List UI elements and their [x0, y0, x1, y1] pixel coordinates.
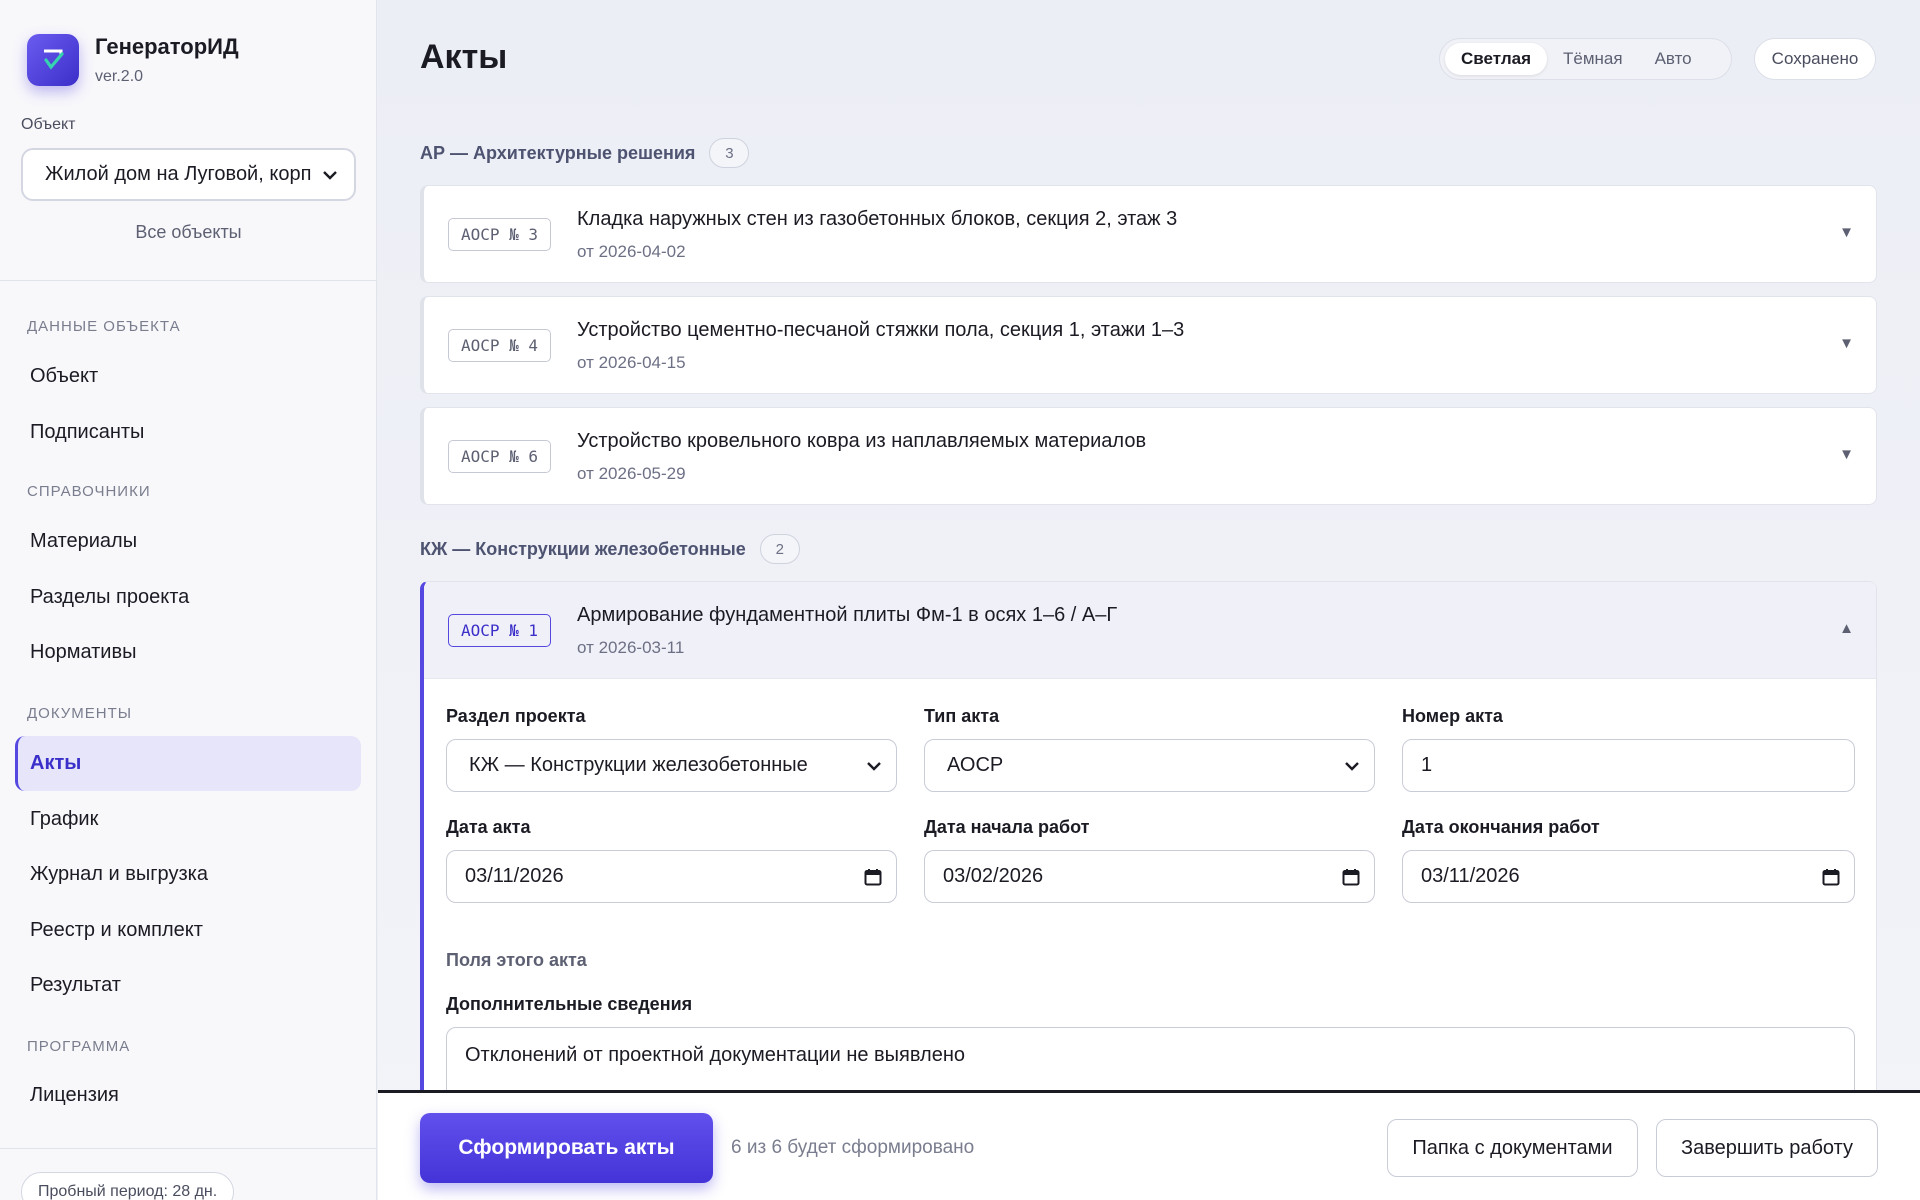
start-date-label: Дата начала работ	[924, 817, 1090, 837]
number-label: Номер акта	[1402, 706, 1503, 726]
page-title: Акты	[420, 38, 508, 76]
logo-check-icon	[44, 49, 64, 70]
main-content: Акты Светлая Тёмная Авто Сохранено АР — …	[378, 0, 1920, 1200]
sidebar-divider	[0, 280, 377, 281]
type-select-value: АОСР	[947, 754, 1004, 776]
action-bar: Сформировать акты 6 из 6 будет сформиров…	[378, 1090, 1920, 1200]
act-title: Армирование фундаментной плиты Фм-1 в ос…	[577, 604, 1118, 626]
act-badge: АОСР № 6	[448, 440, 552, 473]
object-select-value: Жилой дом на Луговой, корп	[45, 163, 312, 185]
chevron-down-icon	[867, 761, 881, 771]
act-badge: АОСР № 1	[448, 614, 552, 647]
theme-auto-option[interactable]: Авто	[1639, 43, 1708, 75]
extra-info-label: Дополнительные сведения	[446, 994, 693, 1014]
group-count: 2	[759, 534, 800, 564]
sidebar-item-object[interactable]: Объект	[15, 349, 361, 404]
app-version: ver.2.0	[95, 68, 144, 85]
sidebar-divider-bottom	[0, 1148, 377, 1149]
chevron-down-icon[interactable]: ▼	[1839, 224, 1854, 241]
group-title: КЖ — Конструкции железобетонные	[420, 538, 746, 559]
group-header-ar: АР — Архитектурные решения 3	[420, 138, 750, 168]
chevron-down-icon	[1345, 761, 1359, 771]
trial-badge: Пробный период: 28 дн.	[21, 1172, 235, 1200]
act-title: Устройство цементно-песчаной стяжки пола…	[577, 319, 1185, 341]
chevron-down-icon[interactable]: ▼	[1839, 335, 1854, 352]
chevron-up-icon[interactable]: ▲	[1839, 620, 1854, 637]
calendar-icon[interactable]	[1822, 868, 1840, 886]
sidebar-item-acts[interactable]: Акты	[15, 736, 361, 791]
sidebar-item-project-sections[interactable]: Разделы проекта	[15, 570, 361, 625]
section-select[interactable]: КЖ — Конструкции железобетонные	[446, 739, 897, 792]
object-select[interactable]: Жилой дом на Луговой, корп	[21, 148, 356, 201]
nav-section-references: СПРАВОЧНИКИ	[27, 483, 151, 500]
nav-section-program: ПРОГРАММА	[27, 1038, 131, 1055]
sidebar-item-standards[interactable]: Нормативы	[15, 625, 361, 680]
generate-acts-button[interactable]: Сформировать акты	[420, 1113, 713, 1183]
act-card-expanded: АОСР № 1 Армирование фундаментной плиты …	[420, 581, 1877, 1141]
act-badge: АОСР № 3	[448, 218, 552, 251]
open-folder-button[interactable]: Папка с документами	[1387, 1119, 1638, 1177]
chevron-down-icon[interactable]: ▼	[1839, 446, 1854, 463]
sidebar-item-schedule[interactable]: График	[15, 792, 361, 847]
sidebar-item-license[interactable]: Лицензия	[15, 1068, 361, 1123]
section-label: Раздел проекта	[446, 706, 586, 726]
start-date-input[interactable]: 03/02/2026	[924, 850, 1375, 903]
saved-status: Сохранено	[1754, 38, 1876, 80]
calendar-icon[interactable]	[864, 868, 882, 886]
sidebar-item-signers[interactable]: Подписанты	[15, 405, 361, 460]
object-label: Объект	[21, 116, 76, 133]
finish-work-button[interactable]: Завершить работу	[1656, 1119, 1878, 1177]
chevron-down-icon	[323, 170, 337, 180]
start-date-value: 03/02/2026	[943, 865, 1044, 887]
sidebar-item-registry[interactable]: Реестр и комплект	[15, 903, 361, 958]
act-title: Кладка наружных стен из газобетонных бло…	[577, 208, 1178, 230]
act-date: от 2026-04-15	[577, 353, 686, 372]
number-input-value: 1	[1421, 754, 1433, 776]
act-date: от 2026-03-11	[577, 638, 685, 657]
sidebar-item-journal-export[interactable]: Журнал и выгрузка	[15, 847, 361, 902]
app-name: ГенераторИД	[95, 34, 239, 59]
all-objects-link[interactable]: Все объекты	[0, 222, 377, 243]
act-date: от 2026-05-29	[577, 464, 686, 483]
end-date-label: Дата окончания работ	[1402, 817, 1600, 837]
app-logo	[27, 34, 79, 86]
theme-dark-option[interactable]: Тёмная	[1547, 43, 1639, 75]
act-card-header[interactable]: АОСР № 1 Армирование фундаментной плиты …	[424, 582, 1876, 679]
group-header-kzh: КЖ — Конструкции железобетонные 2	[420, 534, 800, 564]
nav-section-object-data: ДАННЫЕ ОБЪЕКТА	[27, 318, 181, 335]
act-title: Устройство кровельного ковра из наплавля…	[577, 430, 1147, 452]
calendar-icon[interactable]	[1342, 868, 1360, 886]
act-badge: АОСР № 4	[448, 329, 552, 362]
act-date-input[interactable]: 03/11/2026	[446, 850, 897, 903]
group-count: 3	[709, 138, 750, 168]
act-card[interactable]: АОСР № 3 Кладка наружных стен из газобет…	[420, 185, 1877, 283]
number-input[interactable]: 1	[1402, 739, 1855, 792]
sidebar-item-result[interactable]: Результат	[15, 958, 361, 1013]
end-date-value: 03/11/2026	[1421, 865, 1520, 887]
act-card[interactable]: АОСР № 4 Устройство цементно-песчаной ст…	[420, 296, 1877, 394]
section-select-value: КЖ — Конструкции железобетонные	[469, 754, 808, 776]
act-date: от 2026-04-02	[577, 242, 686, 261]
fields-section-title: Поля этого акта	[446, 950, 587, 970]
brand: ГенераторИД ver.2.0	[27, 34, 239, 86]
end-date-input[interactable]: 03/11/2026	[1402, 850, 1855, 903]
sidebar: ГенераторИД ver.2.0 Объект Жилой дом на …	[0, 0, 377, 1200]
generate-status: 6 из 6 будет сформировано	[731, 1137, 975, 1158]
nav-section-documents: ДОКУМЕНТЫ	[27, 705, 133, 722]
type-label: Тип акта	[924, 706, 1000, 726]
act-date-label: Дата акта	[446, 817, 531, 837]
group-title: АР — Архитектурные решения	[420, 142, 696, 163]
act-date-value: 03/11/2026	[465, 865, 564, 887]
theme-switcher: Светлая Тёмная Авто	[1439, 38, 1732, 80]
act-card[interactable]: АОСР № 6 Устройство кровельного ковра из…	[420, 407, 1877, 505]
sidebar-item-materials[interactable]: Материалы	[15, 514, 361, 569]
type-select[interactable]: АОСР	[924, 739, 1375, 792]
theme-light-option[interactable]: Светлая	[1445, 43, 1548, 75]
